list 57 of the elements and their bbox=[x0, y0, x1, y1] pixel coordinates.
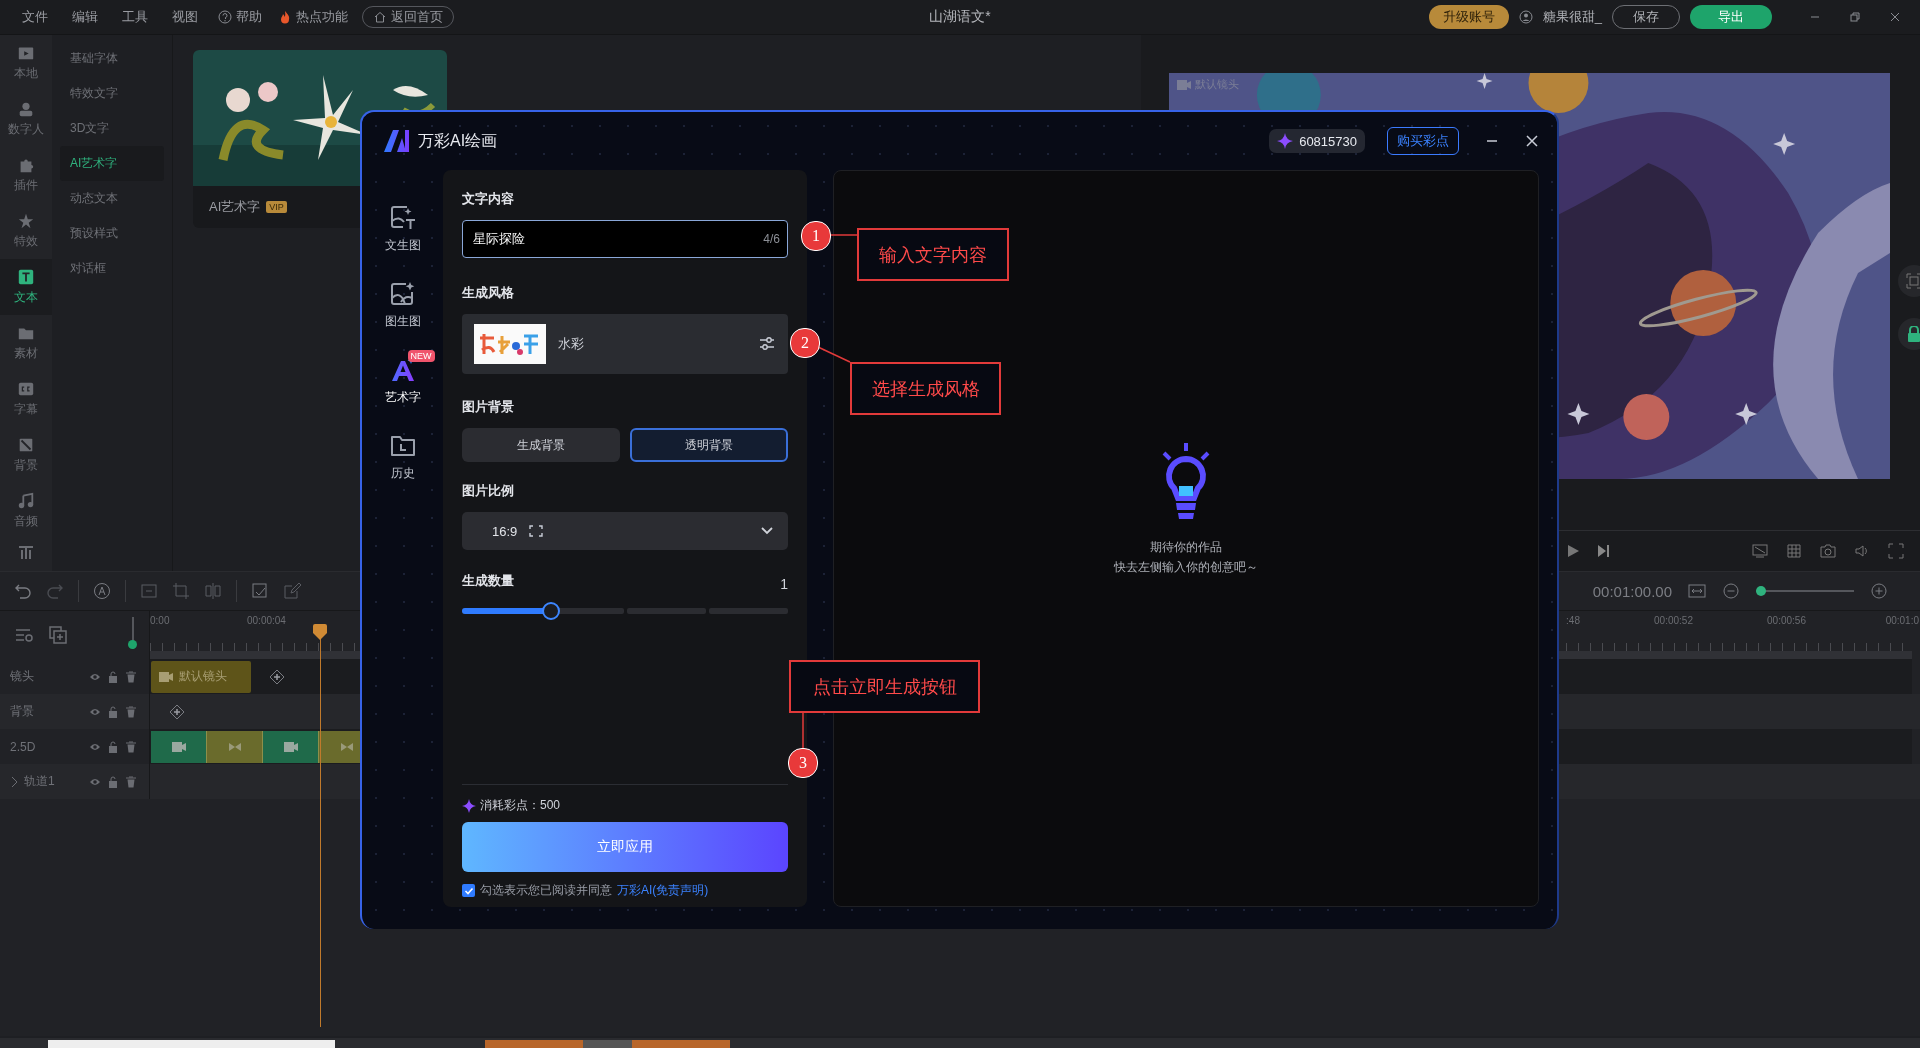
background-option[interactable]: 生成背景 bbox=[462, 428, 620, 462]
ruler-label: 00:01:0 bbox=[1885, 615, 1919, 626]
field-label: 生成数量 bbox=[462, 572, 514, 590]
help-link[interactable]: 帮助 bbox=[210, 8, 270, 26]
timecode: 00:01:00.00 bbox=[1592, 582, 1672, 600]
menu-item[interactable]: 文件 bbox=[10, 8, 60, 26]
document-title: 山湖语文* bbox=[929, 8, 991, 24]
count-value: 1 bbox=[780, 576, 788, 592]
field-label: 文字内容 bbox=[462, 190, 515, 208]
sidebar-item[interactable]: 文本 bbox=[0, 259, 52, 315]
empty-hint: 快去左侧输入你的创意吧～ bbox=[1114, 558, 1258, 576]
field-label: 生成风格 bbox=[462, 284, 515, 302]
points-value: 60815730 bbox=[1299, 133, 1357, 149]
ratio-dropdown[interactable]: 16:9 bbox=[462, 512, 788, 550]
background-option[interactable]: 透明背景 bbox=[630, 428, 788, 462]
char-count: 4/6 bbox=[763, 232, 780, 246]
vip-badge: VIP bbox=[266, 201, 287, 213]
category-item[interactable]: 特效文字 bbox=[60, 76, 164, 111]
track-name: 镜头 bbox=[10, 668, 34, 685]
apply-button[interactable]: 立即应用 bbox=[462, 822, 788, 872]
category-item[interactable]: 3D文字 bbox=[60, 111, 164, 146]
menu-item[interactable]: 工具 bbox=[110, 8, 160, 26]
category-item[interactable]: 预设样式 bbox=[60, 216, 164, 251]
track-name: 2.5D bbox=[10, 739, 36, 754]
card-title: AI艺术字 bbox=[209, 198, 261, 216]
ruler-label: :48 bbox=[1566, 615, 1580, 626]
new-badge: NEW bbox=[407, 350, 435, 362]
category-item[interactable]: 动态文本 bbox=[60, 181, 164, 216]
menu-item[interactable]: 视图 bbox=[160, 8, 210, 26]
hot-link[interactable]: 热点功能 bbox=[270, 8, 356, 26]
track-name: 轨道1 bbox=[24, 773, 55, 790]
style-name: 水彩 bbox=[558, 335, 584, 353]
callout-label: 点击立即生成按钮 bbox=[789, 660, 980, 713]
disclaimer-link[interactable]: 万彩AI(免责声明) bbox=[617, 882, 709, 899]
buy-points-button[interactable]: 购买彩点 bbox=[1387, 127, 1459, 155]
empty-title: 期待你的作品 bbox=[1150, 538, 1222, 556]
track-name: 背景 bbox=[10, 703, 34, 720]
cost-label: 消耗彩点：500 bbox=[480, 797, 561, 814]
style-selector[interactable]: 水彩 bbox=[462, 314, 788, 374]
category-item[interactable]: 对话框 bbox=[60, 251, 164, 286]
callout-label: 输入文字内容 bbox=[857, 228, 1009, 281]
nav-item[interactable]: NEW 艺术字 bbox=[367, 350, 438, 406]
ruler-label: 0:00 bbox=[150, 615, 170, 626]
field-label: 图片比例 bbox=[462, 482, 515, 500]
category-item[interactable]: AI艺术字 bbox=[60, 146, 164, 181]
nav-item[interactable]: 图生图 bbox=[367, 274, 438, 330]
nav-item[interactable]: 历史 bbox=[367, 426, 438, 482]
upgrade-button[interactable]: 升级账号 bbox=[1428, 5, 1509, 29]
field-label: 图片背景 bbox=[462, 398, 515, 416]
agree-text: 勾选表示您已阅读并同意 bbox=[480, 882, 612, 899]
category-item[interactable]: 基础字体 bbox=[60, 41, 164, 76]
ruler-label: 00:00:56 bbox=[1767, 615, 1806, 626]
ruler-label: 00:00:52 bbox=[1654, 615, 1693, 626]
menu-item[interactable]: 编辑 bbox=[60, 8, 110, 26]
ruler-label: 00:00:04 bbox=[247, 615, 286, 626]
callout-label: 选择生成风格 bbox=[850, 362, 1001, 415]
user-name[interactable]: 糖果很甜_ bbox=[1542, 8, 1602, 26]
